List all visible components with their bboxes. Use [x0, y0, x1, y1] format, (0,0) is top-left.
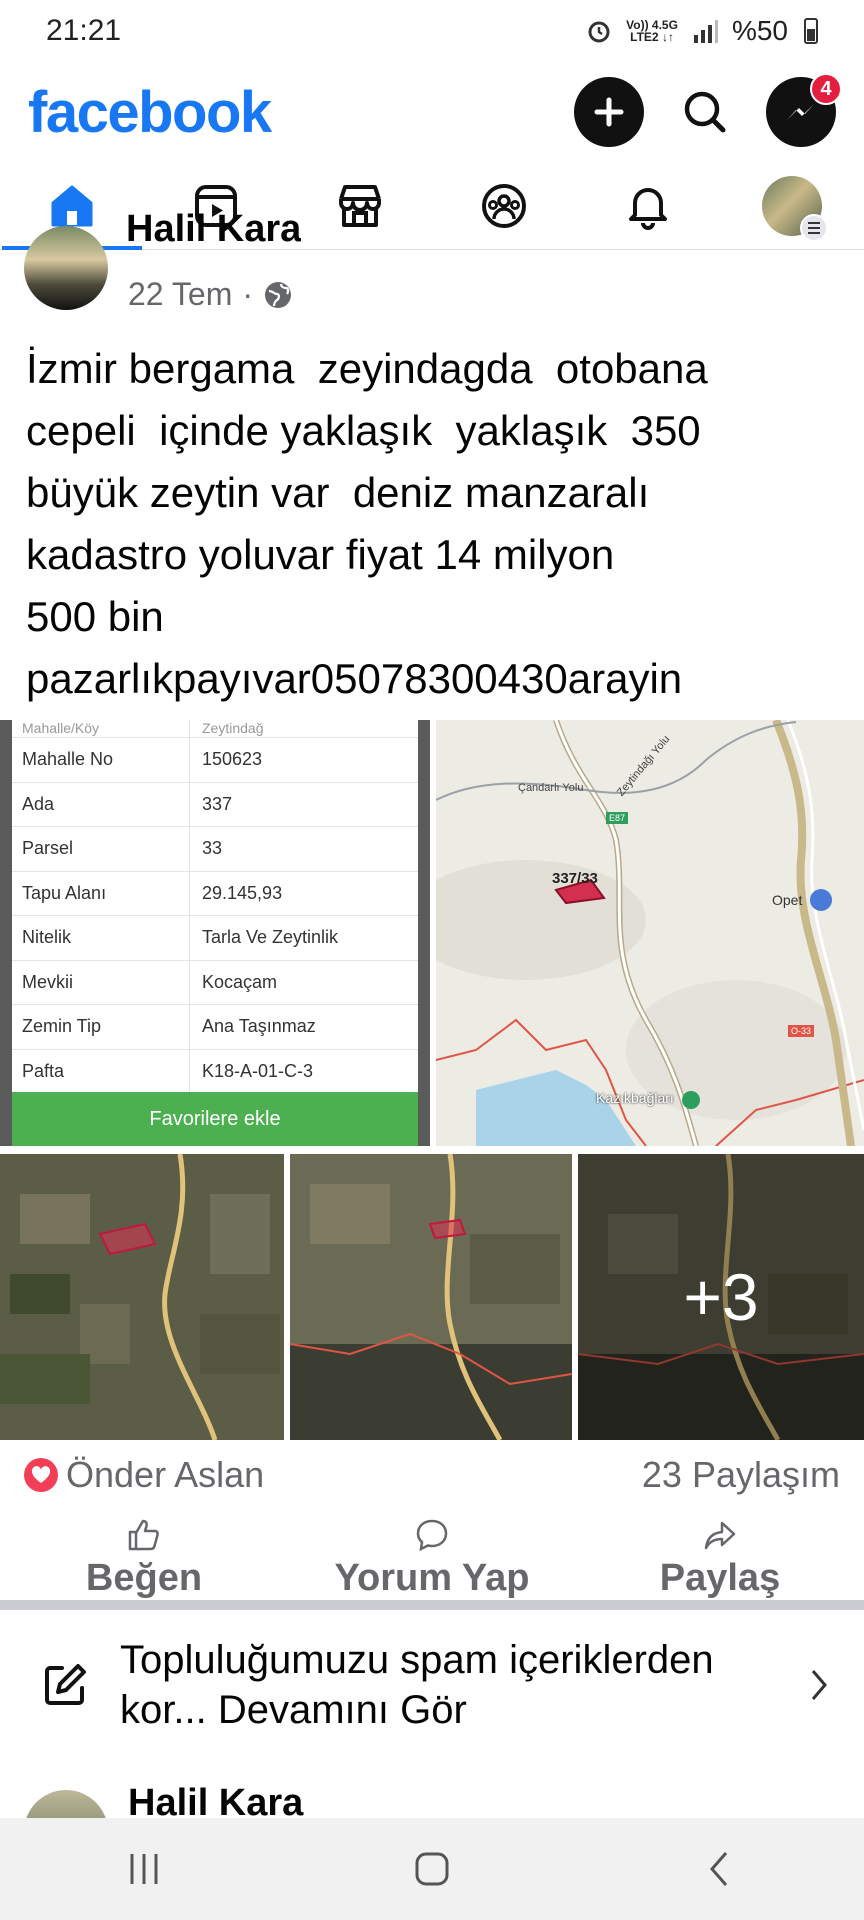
table-row: Zemin Tip Ana Taşınmaz — [12, 1005, 418, 1050]
share-button[interactable]: Paylaş — [590, 1517, 850, 1600]
photo-parcel-table[interactable]: Mahalle/Köy Zeytindağ Mahalle No 150623 A… — [0, 720, 430, 1146]
messenger-badge: 4 — [810, 73, 842, 105]
reactions-row: Önder Aslan 23 Paylaşım — [24, 1450, 840, 1500]
place-label: Kazıkbağları — [596, 1090, 674, 1106]
heart-icon — [24, 1458, 58, 1492]
status-icons: Vo)) 4.5G LTE2 ↓↑ %50 — [586, 15, 818, 47]
like-button[interactable]: Beğen — [14, 1517, 274, 1600]
table-row: Mevkii Kocaçam — [12, 960, 418, 1005]
table-row: Nitelik Tarla Ve Zeytinlik — [12, 916, 418, 961]
chevron-right-icon — [811, 1670, 827, 1700]
post-text: İzmir bergama zeyindagda otobana cepeli … — [26, 345, 708, 702]
reaction-summary[interactable]: Önder Aslan — [24, 1454, 264, 1496]
back-icon — [710, 1852, 728, 1886]
terrain-map — [436, 720, 864, 1146]
highway-label: O-33 — [788, 1025, 815, 1037]
table-row: Tapu Alanı 29.145,93 — [12, 871, 418, 916]
author-avatar[interactable] — [24, 1790, 108, 1818]
tab-profile-menu[interactable] — [732, 162, 852, 250]
clock: 21:21 — [46, 14, 122, 47]
post-media: Mahalle/Köy Zeytindağ Mahalle No 150623 A… — [0, 720, 864, 1440]
section-divider — [0, 1600, 864, 1610]
tab-notifications[interactable] — [588, 162, 708, 250]
header-actions: 4 — [574, 73, 842, 147]
notice-text: Topluluğumuzu spam içeriklerden kor... D… — [120, 1638, 714, 1732]
app-header: facebook 4 — [0, 62, 864, 162]
author-name[interactable]: Halil Kara — [128, 1782, 303, 1818]
search-icon — [684, 91, 726, 133]
satellite-image — [0, 1154, 284, 1440]
table-row: Pafta K18-A-01-C-3 — [12, 1049, 418, 1094]
home-button[interactable] — [382, 1829, 482, 1909]
menu-icon — [800, 213, 828, 242]
status-bar: 21:21 Vo)) 4.5G LTE2 ↓↑ %50 — [0, 0, 864, 62]
alarm-icon — [588, 21, 610, 43]
battery-icon — [804, 18, 818, 44]
network-indicator: Vo)) 4.5G LTE2 ↓↑ — [626, 18, 678, 44]
post-date[interactable]: 22 Tem — [128, 276, 232, 313]
parcel-label: 337/33 — [552, 870, 598, 887]
more-photos-count: +3 — [578, 1154, 864, 1440]
tab-groups[interactable] — [444, 162, 564, 250]
recent-apps-button[interactable] — [94, 1829, 194, 1909]
back-button[interactable] — [670, 1829, 770, 1909]
favorite-button: Favorilere ekle — [12, 1092, 418, 1146]
photo-thumb[interactable] — [290, 1154, 572, 1440]
satellite-image — [290, 1154, 572, 1440]
post-header: Halil Kara 22 Tem · — [24, 208, 844, 313]
reactor-name: Önder Aslan — [66, 1454, 265, 1495]
table-cut-row: Mahalle/Köy Zeytindağ — [12, 720, 418, 738]
post-meta: 22 Tem · — [128, 276, 293, 313]
tab-marketplace[interactable] — [300, 162, 420, 250]
share-icon — [704, 1521, 736, 1549]
table-row: Parsel 33 — [12, 827, 418, 872]
groups-icon — [482, 183, 526, 228]
profile-avatar — [762, 175, 828, 242]
highway-label: E87 — [606, 812, 629, 824]
globe-icon — [265, 281, 292, 308]
table-row: Mahalle No 150623 — [12, 738, 418, 783]
spam-notice[interactable]: Topluluğumuzu spam içeriklerden kor... D… — [0, 1610, 864, 1760]
bell-icon — [629, 187, 667, 230]
home-icon — [51, 185, 93, 226]
share-count[interactable]: 23 Paylaşım — [642, 1454, 840, 1496]
system-navigation-bar — [0, 1818, 864, 1920]
recents-icon — [130, 1854, 158, 1884]
author-name[interactable]: Halil Kara — [126, 208, 301, 242]
meta-separator: · — [242, 276, 254, 312]
edit-icon — [45, 1664, 86, 1705]
share-label: Paylaş — [659, 1556, 781, 1599]
road-label: Çandarlı Yolu — [518, 782, 584, 794]
marketplace-icon — [339, 184, 381, 227]
messenger-button[interactable]: 4 — [766, 73, 842, 147]
search-button[interactable] — [670, 77, 740, 147]
author-avatar[interactable] — [24, 226, 108, 310]
parcel-table: Mahalle/Köy Zeytindağ Mahalle No 150623 A… — [12, 720, 418, 1146]
facebook-logo[interactable]: facebook — [28, 79, 272, 146]
poi-label: Opet — [772, 892, 803, 908]
photo-thumb-more[interactable]: +3 — [578, 1154, 864, 1440]
comment-label: Yorum Yap — [334, 1556, 530, 1599]
photo-map[interactable]: 337/33 Çandarlı Yolu Zeytindağı Yolu E87… — [436, 720, 864, 1146]
signal-icon — [693, 20, 718, 43]
thumbs-up-icon — [128, 1519, 159, 1550]
table-row: Ada 337 — [12, 782, 418, 827]
comment-button[interactable]: Yorum Yap — [302, 1517, 562, 1600]
like-label: Beğen — [85, 1556, 203, 1599]
comment-icon — [416, 1519, 448, 1551]
next-post-header: Halil Kara — [24, 1778, 844, 1818]
post-actions: Beğen Yorum Yap Paylaş — [0, 1510, 864, 1606]
photo-thumb[interactable] — [0, 1154, 284, 1440]
battery-percent: %50 — [731, 15, 788, 46]
plus-icon — [594, 97, 624, 127]
create-button[interactable] — [574, 77, 644, 147]
home-square-icon — [415, 1852, 449, 1886]
